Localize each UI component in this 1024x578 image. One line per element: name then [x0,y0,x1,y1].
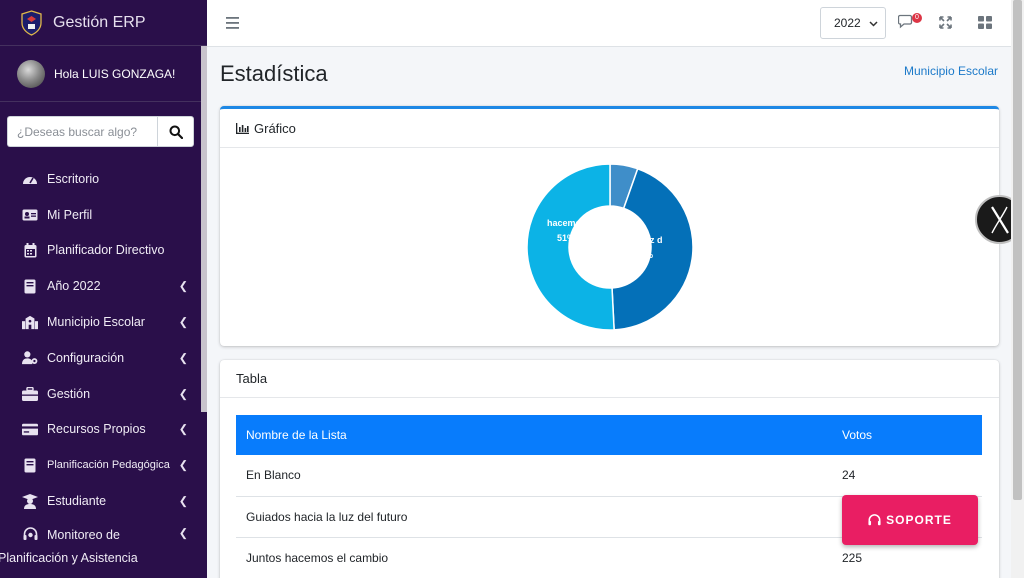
menu-toggle-button[interactable] [226,16,239,34]
sidebar-item-label: Escritorio [47,171,100,186]
graduate-icon [22,493,38,509]
sidebar-item-recursos-propios[interactable]: Recursos Propios ❮ [0,412,207,448]
chart-area: hacemos 51% ia la luz d 44% [220,149,999,345]
calendar-icon [22,242,38,258]
donut-slice[interactable] [526,163,615,331]
sidebar-item-label: Planificación Pedagógica [47,459,170,472]
user-panel[interactable]: Hola LUIS GONZAGA! [0,46,207,102]
search-icon [169,125,183,139]
sidebar-item-label: Planificador Directivo [47,243,165,258]
chevron-down-icon [869,21,878,27]
dashboard-icon [22,171,38,187]
sidebar-item-gestion[interactable]: Gestión ❮ [0,376,207,412]
headset-icon [868,513,881,527]
sidebar-item-escritorio[interactable]: Escritorio [0,161,207,197]
slice-label: hacemos [547,218,586,228]
sidebar-item-label: Municipio Escolar [47,315,145,330]
sidebar-item-label: Monitoreo de [47,527,120,542]
sidebar-item-label: Año 2022 [47,279,101,294]
sidebar-item-municipio-escolar[interactable]: Municipio Escolar ❮ [0,304,207,340]
support-button[interactable]: SOPORTE [842,495,978,545]
bar-chart-icon [236,122,249,134]
school-icon [22,314,38,330]
sidebar-item-ano-2022[interactable]: Año 2022 ❮ [0,268,207,304]
table-row: En Blanco 24 [236,455,982,497]
page-title: Estadística [220,61,328,86]
breadcrumb[interactable]: Municipio Escolar [904,64,998,78]
column-header: Votos [842,428,873,442]
sidebar-item-label-line2: Planificación y Asistencia [0,550,138,565]
table-cell-list-name: Guiados hacia la luz del futuro [236,496,832,538]
avatar [17,59,45,88]
sidebar-item-label: Estudiante [47,494,107,509]
user-greeting: Hola LUIS GONZAGA! [54,66,176,81]
slice-percent-label: 44% [635,250,653,260]
table-cell-votes: 24 [832,455,982,497]
user-cog-icon [22,350,38,366]
chevron-left-icon: ❮ [178,459,188,472]
chart-card: Gráfico hacemos 51% ia la luz d 44% [220,106,999,346]
sidebar-item-estudiante[interactable]: Estudiante ❮ [0,483,207,519]
chevron-left-icon: ❮ [178,388,188,401]
expand-icon [939,16,952,29]
brand[interactable]: Gestión ERP [0,0,207,46]
slice-label: ia la luz d [622,235,663,245]
book-icon [22,278,38,294]
sidebar-item-configuracion[interactable]: Configuración ❮ [0,340,207,376]
table-card: Tabla Nombre de la Lista Votos En Blanco… [220,360,999,578]
brand-name: Gestión ERP [53,13,146,31]
sidebar: Gestión ERP Hola LUIS GONZAGA! Escritori… [0,0,207,578]
sidebar-item-label: Recursos Propios [47,422,146,437]
sidebar-item-label: Configuración [47,350,125,365]
sidebar-nav: Escritorio Mi Perfil Planificador Direct… [0,161,207,571]
search-button[interactable] [157,116,194,147]
sidebar-item-mi-perfil[interactable]: Mi Perfil [0,197,207,233]
chart-card-title: Gráfico [254,120,296,136]
fullscreen-button[interactable] [939,16,952,34]
id-card-icon [22,207,38,223]
column-header: Nombre de la Lista [246,428,347,442]
grid-icon [978,16,992,29]
sidebar-item-planificacion-pedagogica[interactable]: Planificación Pedagógica ❮ [0,447,207,483]
sidebar-item-monitoreo[interactable]: Monitoreo de Planificación y Asistencia … [0,519,207,571]
table-header-row: Nombre de la Lista Votos [236,415,982,455]
apps-button[interactable] [978,16,992,34]
headset-icon [22,527,38,543]
x-logo-icon [990,205,1009,234]
toolbox-icon [22,386,38,402]
table-cell-list-name: En Blanco [236,455,832,497]
chevron-left-icon: ❮ [178,280,188,293]
support-button-label: SOPORTE [886,513,952,527]
chevron-left-icon: ❮ [178,527,188,540]
book-icon [22,457,38,473]
sidebar-item-label: Mi Perfil [47,207,93,222]
table-cell-list-name: Juntos hacemos el cambio [236,537,832,578]
shield-logo-icon [21,9,42,36]
year-select-value: 2022 [834,16,861,30]
chevron-left-icon: ❮ [178,316,188,329]
donut-chart: hacemos 51% ia la luz d 44% [526,163,694,331]
page-scrollbar-thumb[interactable] [1013,0,1022,500]
chevron-left-icon: ❮ [178,423,188,436]
sidebar-item-planificador-directivo[interactable]: Planificador Directivo [0,233,207,269]
slice-percent-label: 51% [557,233,575,243]
notification-badge: 0 [912,13,922,23]
sidebar-search [7,116,194,147]
money-card-icon [22,421,38,437]
chart-card-header: Gráfico [220,109,999,148]
table-card-header: Tabla [220,360,999,398]
year-select[interactable]: 2022 [820,7,886,39]
search-input[interactable] [7,116,157,147]
chevron-left-icon: ❮ [178,495,188,508]
chevron-left-icon: ❮ [178,352,188,365]
table-card-title: Tabla [236,371,268,386]
hamburger-icon [226,17,239,29]
topbar: 2022 0 [207,0,1011,47]
page-scrollbar[interactable] [1011,0,1024,578]
sidebar-item-label: Gestión [47,386,91,401]
